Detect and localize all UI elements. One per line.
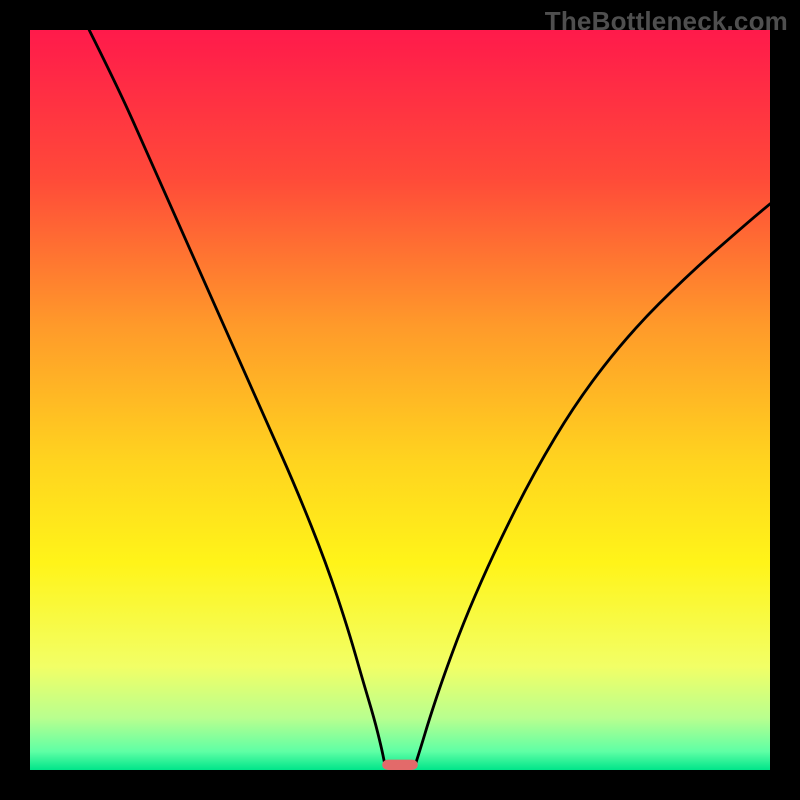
bottleneck-chart xyxy=(30,30,770,770)
outer-frame: TheBottleneck.com xyxy=(0,0,800,800)
minimum-marker xyxy=(382,760,418,770)
